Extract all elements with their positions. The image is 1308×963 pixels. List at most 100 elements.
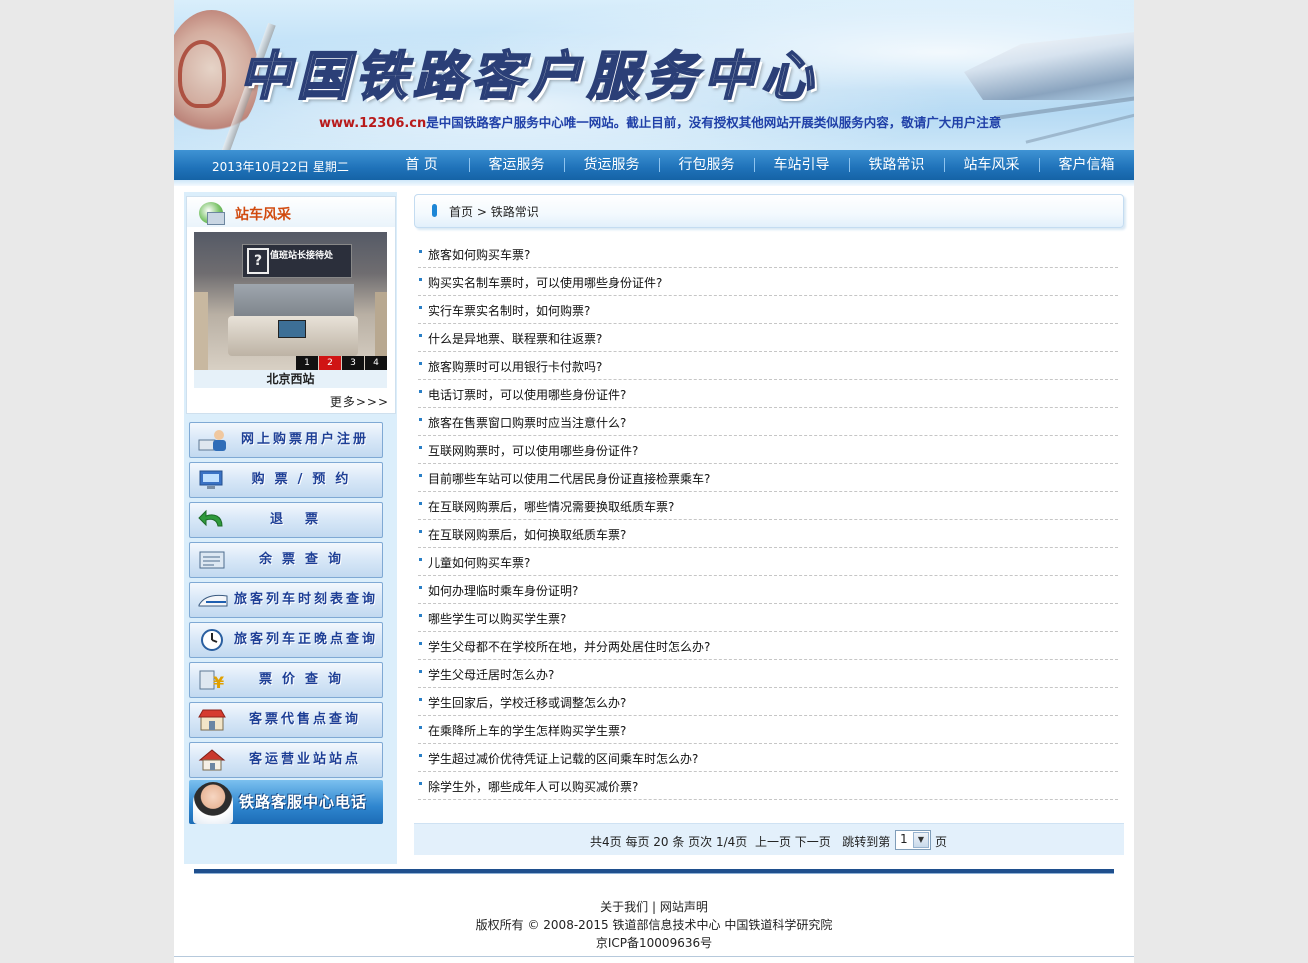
prev-page-link[interactable]: 上一页 [755,835,791,849]
more-link[interactable]: 更多>>> [330,393,389,410]
question-link[interactable]: 如何办理临时乘车身份证明? [428,582,578,599]
question-link[interactable]: 电话订票时，可以使用哪些身份证件? [428,386,626,403]
passenger-station-button[interactable]: 客运营业站站点 [189,742,383,778]
question-link[interactable]: 在互联网购票后，哪些情况需要换取纸质车票? [428,498,674,515]
question-link[interactable]: 购买实名制车票时，可以使用哪些身份证件? [428,274,662,291]
bottom-border [174,956,1134,957]
nav-items: 首 页 客运服务 货运服务 行包服务 车站引导 铁路常识 站车风采 客户信箱 [374,150,1134,180]
refund-button[interactable]: 退票 [189,502,383,538]
question-link[interactable]: 旅客如何购买车票? [428,246,530,263]
list-item: 互联网购票时，可以使用哪些身份证件? [418,436,1118,464]
list-item: 什么是异地票、联程票和往返票? [418,324,1118,352]
pagination-summary: 共4页 每页 20 条 页次 1/4页 [590,835,748,849]
list-item: 实行车票实名制时，如何购票? [418,296,1118,324]
yen-price-icon: ¥ [199,670,224,692]
footer-divider [194,869,1114,874]
site-statement-link[interactable]: 网站声明 [660,900,708,914]
question-link[interactable]: 学生父母迁居时怎么办? [428,666,554,683]
nav-item-freight-service[interactable]: 货运服务 [564,150,659,180]
bullet-icon [419,446,422,449]
notice-text: 是中国铁路客户服务中心唯一网站。截止目前，没有授权其他网站开展类似服务内容，敬请… [426,115,1002,130]
nav-item-home[interactable]: 首 页 [374,150,469,180]
question-link[interactable]: 什么是异地票、联程票和往返票? [428,330,602,347]
house-icon [198,749,226,771]
site-title: 中国铁路客户服务中心 [238,45,820,108]
nav-item-passenger-service[interactable]: 客运服务 [469,150,564,180]
question-link[interactable]: 哪些学生可以购买学生票? [428,610,566,627]
question-link[interactable]: 除学生外，哪些成年人可以购买减价票? [428,778,638,795]
list-item: 学生超过减价优待凭证上记载的区间乘车时怎么办? [418,744,1118,772]
site-banner: 中国铁路客户服务中心 www.12306.cn是中国铁路客户服务中心唯一网站。截… [174,0,1134,150]
bullet-icon [419,586,422,589]
list-item: 购买实名制车票时，可以使用哪些身份证件? [418,268,1118,296]
question-link[interactable]: 儿童如何购买车票? [428,554,530,571]
list-item: 儿童如何购买车票? [418,548,1118,576]
remaining-ticket-query-button[interactable]: 余票查询 [189,542,383,578]
list-item: 除学生外，哪些成年人可以购买减价票? [418,772,1118,800]
bullet-icon [419,670,422,673]
question-link[interactable]: 实行车票实名制时，如何购票? [428,302,590,319]
photo-caption[interactable]: 北京西站 [194,370,387,388]
timetable-query-button[interactable]: 旅客列车时刻表查询 [189,582,383,618]
train-delay-query-button[interactable]: 旅客列车正晚点查询 [189,622,383,658]
list-item: 学生回家后，学校迁移或调整怎么办? [418,688,1118,716]
question-link[interactable]: 旅客购票时可以用银行卡付款吗? [428,358,602,375]
nav-item-station-showcase[interactable]: 站车风采 [944,150,1039,180]
service-agent-image [193,782,233,824]
nav-item-railway-knowledge[interactable]: 铁路常识 [849,150,944,180]
list-item: 旅客在售票窗口购票时应当注意什么? [418,408,1118,436]
page-select-value: 1 [900,832,908,846]
main-nav: 2013年10月22日 星期二 首 页 客运服务 货运服务 行包服务 车站引导 … [174,150,1134,180]
page-select[interactable]: 1 ▼ [895,830,931,850]
station-photo[interactable]: ? 值班站长接待处 1 2 3 4 [194,232,387,370]
bullet-icon [419,782,422,785]
jump-label: 跳转到第 [842,835,891,849]
list-item: 在互联网购票后，哪些情况需要换取纸质车票? [418,492,1118,520]
bullet-icon [419,614,422,617]
fare-query-button[interactable]: ¥ 票价查询 [189,662,383,698]
question-link[interactable]: 互联网购票时，可以使用哪些身份证件? [428,442,638,459]
ticket-stack-icon [199,551,225,569]
hotline-label: 铁路客服中心电话 [239,793,368,811]
question-link[interactable]: 学生父母都不在学校所在地，并分两处居住时怎么办? [428,638,710,655]
list-item: 旅客如何购买车票? [418,240,1118,268]
bullet-icon [419,726,422,729]
bullet-icon [419,334,422,337]
user-register-label: 网上购票用户注册 [240,432,369,447]
shop-icon [198,709,226,731]
breadcrumb-home[interactable]: 首页 [449,205,473,219]
site-url: www.12306.cn [319,116,427,131]
next-page-link[interactable]: 下一页 [795,835,831,849]
question-link[interactable]: 在乘降所上车的学生怎样购买学生票? [428,722,626,739]
nav-item-luggage-service[interactable]: 行包服务 [659,150,754,180]
pagination: 共4页 每页 20 条 页次 1/4页 上一页 下一页 跳转到第 1 ▼ 页 [414,823,1124,855]
photo-page-3[interactable]: 3 [342,356,364,370]
photo-page-2[interactable]: 2 [319,356,341,370]
user-register-button[interactable]: 网上购票用户注册 [189,422,383,458]
ticket-agency-query-button[interactable]: 客票代售点查询 [189,702,383,738]
station-showcase-panel: 站车风采 ? 值班站长接待处 1 2 3 4 北京西站 更多>>> [186,196,396,414]
nav-item-station-guide[interactable]: 车站引导 [754,150,849,180]
train-icon [198,594,228,607]
bullet-icon [419,502,422,505]
ticket-agency-query-label: 客票代售点查询 [248,712,361,727]
about-us-link[interactable]: 关于我们 [600,900,648,914]
breadcrumb-separator: > [473,205,491,219]
panel-header: 站车风采 [187,197,395,227]
photo-page-1[interactable]: 1 [296,356,318,370]
question-link[interactable]: 学生回家后，学校迁移或调整怎么办? [428,694,626,711]
list-item: 如何办理临时乘车身份证明? [418,576,1118,604]
customer-service-hotline-banner[interactable]: 铁路客服中心电话 [189,780,383,824]
buy-ticket-button[interactable]: 购票/预约 [189,462,383,498]
nav-divider [174,180,1134,186]
page-word: 页 [935,835,948,849]
sidebar: 站车风采 ? 值班站长接待处 1 2 3 4 北京西站 更多>>> 网上购票用户… [184,192,397,864]
photo-page-4[interactable]: 4 [365,356,387,370]
question-link[interactable]: 目前哪些车站可以使用二代居民身份证直接检票乘车? [428,470,710,487]
question-link[interactable]: 旅客在售票窗口购票时应当注意什么? [428,414,626,431]
nav-item-customer-mailbox[interactable]: 客户信箱 [1039,150,1134,180]
question-link[interactable]: 学生超过减价优待凭证上记载的区间乘车时怎么办? [428,750,698,767]
question-list: 旅客如何购买车票? 购买实名制车票时，可以使用哪些身份证件? 实行车票实名制时，… [418,240,1118,800]
list-item: 在互联网购票后，如何换取纸质车票? [418,520,1118,548]
question-link[interactable]: 在互联网购票后，如何换取纸质车票? [428,526,626,543]
